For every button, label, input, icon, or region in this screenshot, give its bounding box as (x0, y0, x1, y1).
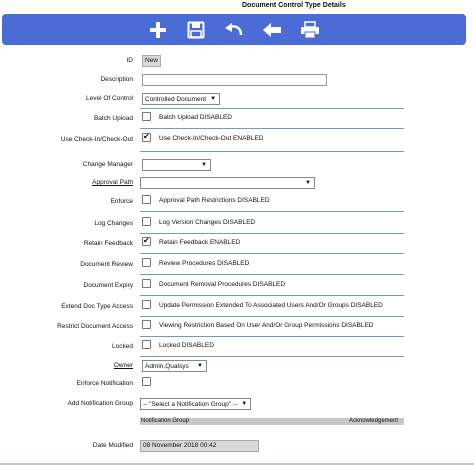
id-label: ID (126, 57, 134, 64)
divider (140, 128, 404, 129)
owner-value: Admin,Qualsys (145, 362, 189, 370)
extend-access-checkbox[interactable] (142, 300, 151, 309)
row-document-review: Document Review Review Procedures DISABL… (0, 258, 474, 273)
extend-access-label: Extend Doc Type Access (61, 303, 133, 310)
document-review-label: Document Review (80, 261, 133, 268)
column-header-notification-group: Notification Group (141, 418, 190, 424)
chevron-down-icon: ▼ (210, 96, 217, 102)
restrict-access-text: Viewing Restriction Based On User And/Or… (159, 322, 374, 329)
row-approval-path: Approval Path ▼ (0, 177, 474, 191)
notification-group-value: -- "Select a Notification Group" -- (143, 400, 238, 408)
restrict-access-checkbox[interactable] (142, 320, 151, 329)
chevron-down-icon: ▼ (241, 401, 248, 407)
plus-icon[interactable] (147, 19, 169, 41)
enforce-text: Approval Path Restrictions DISABLED (159, 197, 270, 204)
page-title: Document Control Type Details (242, 2, 346, 9)
checkin-text: Use Check-In/Check-Out ENABLED (159, 135, 264, 142)
date-modified-label: Date Modified (92, 442, 133, 449)
batch-upload-checkbox[interactable] (142, 112, 151, 121)
chevron-down-icon: ▼ (197, 363, 203, 369)
row-restrict-access: Restrict Document Access Viewing Restric… (0, 320, 474, 335)
row-date-modified: Date Modified 08 November 2018 00:42 (0, 440, 474, 454)
divider (140, 356, 404, 357)
toolbar (2, 14, 466, 45)
row-batch-upload: Batch Upload Batch Upload DISABLED (0, 112, 474, 127)
divider (140, 211, 404, 212)
owner-select[interactable]: Admin,Qualsys ▼ (142, 360, 207, 372)
row-extend-access: Extend Doc Type Access Update Permission… (0, 300, 474, 315)
back-arrow-icon[interactable] (261, 19, 283, 41)
add-notification-group-label: Add Notification Group (67, 400, 133, 407)
row-id: ID New (0, 55, 474, 69)
chevron-down-icon: ▼ (201, 162, 207, 168)
enforce-notification-checkbox[interactable] (142, 377, 151, 386)
owner-link[interactable]: Owner (114, 362, 133, 369)
undo-icon[interactable] (223, 19, 245, 41)
document-review-text: Review Procedures DISABLED (159, 260, 250, 267)
retain-feedback-label: Retain Feedback (83, 240, 133, 247)
change-manager-select[interactable]: ▼ (142, 159, 211, 171)
footer-divider (0, 463, 474, 465)
row-owner: Owner Admin,Qualsys ▼ (0, 360, 474, 374)
checkin-label: Use Check-In/Check-Out (60, 136, 133, 143)
level-of-control-value: Controlled Document (145, 95, 207, 103)
locked-checkbox[interactable] (142, 340, 151, 349)
save-icon[interactable] (185, 19, 207, 41)
divider (140, 253, 404, 254)
chevron-down-icon: ▼ (305, 180, 311, 186)
divider (140, 336, 404, 337)
row-document-expiry: Document Expiry Document Removal Procedu… (0, 279, 474, 294)
document-expiry-checkbox[interactable] (142, 279, 151, 288)
row-enforce-notification: Enforce Notification (0, 377, 474, 392)
column-header-acknowledgement: Acknowledgement (348, 418, 398, 424)
level-of-control-select[interactable]: Controlled Document ▼ (142, 93, 221, 105)
row-retain-feedback: Retain Feedback Retain Feedback ENABLED (0, 236, 474, 252)
divider (140, 316, 404, 317)
retain-feedback-text: Retain Feedback ENABLED (159, 239, 241, 246)
log-changes-label: Log Changes (94, 220, 133, 227)
approval-path-select[interactable]: ▼ (140, 177, 315, 189)
locked-text: Locked DISABLED (159, 342, 214, 349)
description-label: Description (100, 76, 133, 83)
divider (140, 295, 404, 296)
log-changes-checkbox[interactable] (142, 217, 151, 226)
document-review-checkbox[interactable] (142, 258, 151, 267)
row-add-notification-group: Add Notification Group -- "Select a Noti… (0, 398, 474, 412)
change-manager-label: Change Manager (82, 161, 133, 168)
extend-access-text: Update Permission Extended To Associated… (159, 302, 383, 309)
row-locked: Locked Locked DISABLED (0, 340, 474, 355)
divider (140, 151, 404, 152)
batch-upload-label: Batch Upload (93, 115, 133, 122)
batch-upload-text: Batch Upload DISABLED (159, 114, 232, 121)
restrict-access-label: Restrict Document Access (57, 323, 133, 330)
notification-table-header: Notification Group Acknowledgement (140, 418, 404, 425)
log-changes-text: Log Version Changes DISABLED (159, 219, 256, 226)
print-icon[interactable] (299, 19, 321, 41)
row-description: Description (0, 74, 474, 88)
description-input[interactable] (142, 74, 327, 86)
enforce-label: Enforce (110, 198, 133, 205)
enforce-notification-label: Enforce Notification (76, 380, 133, 387)
divider (140, 108, 404, 109)
enforce-checkbox[interactable] (142, 195, 151, 204)
date-modified-field: 08 November 2018 00:42 (140, 440, 259, 452)
document-expiry-label: Document Expiry (83, 282, 134, 289)
retain-feedback-checkbox[interactable] (142, 236, 151, 246)
locked-label: Locked (112, 343, 133, 350)
divider (140, 233, 404, 234)
checkin-checkbox[interactable] (142, 132, 151, 142)
approval-path-link[interactable]: Approval Path (92, 179, 133, 186)
notification-group-select[interactable]: -- "Select a Notification Group" -- ▼ (140, 398, 252, 410)
row-checkin: Use Check-In/Check-Out Use Check-In/Chec… (0, 132, 474, 148)
row-enforce: Enforce Approval Path Restrictions DISAB… (0, 195, 474, 210)
row-level-of-control: Level Of Control Controlled Document ▼ (0, 93, 474, 107)
divider (140, 274, 404, 275)
row-change-manager: Change Manager ▼ (0, 159, 474, 173)
document-expiry-text: Document Removal Procedures DISABLED (159, 281, 286, 288)
row-log-changes: Log Changes Log Version Changes DISABLED (0, 217, 474, 232)
level-of-control-label: Level Of Control (86, 95, 133, 102)
id-field: New (142, 55, 162, 67)
